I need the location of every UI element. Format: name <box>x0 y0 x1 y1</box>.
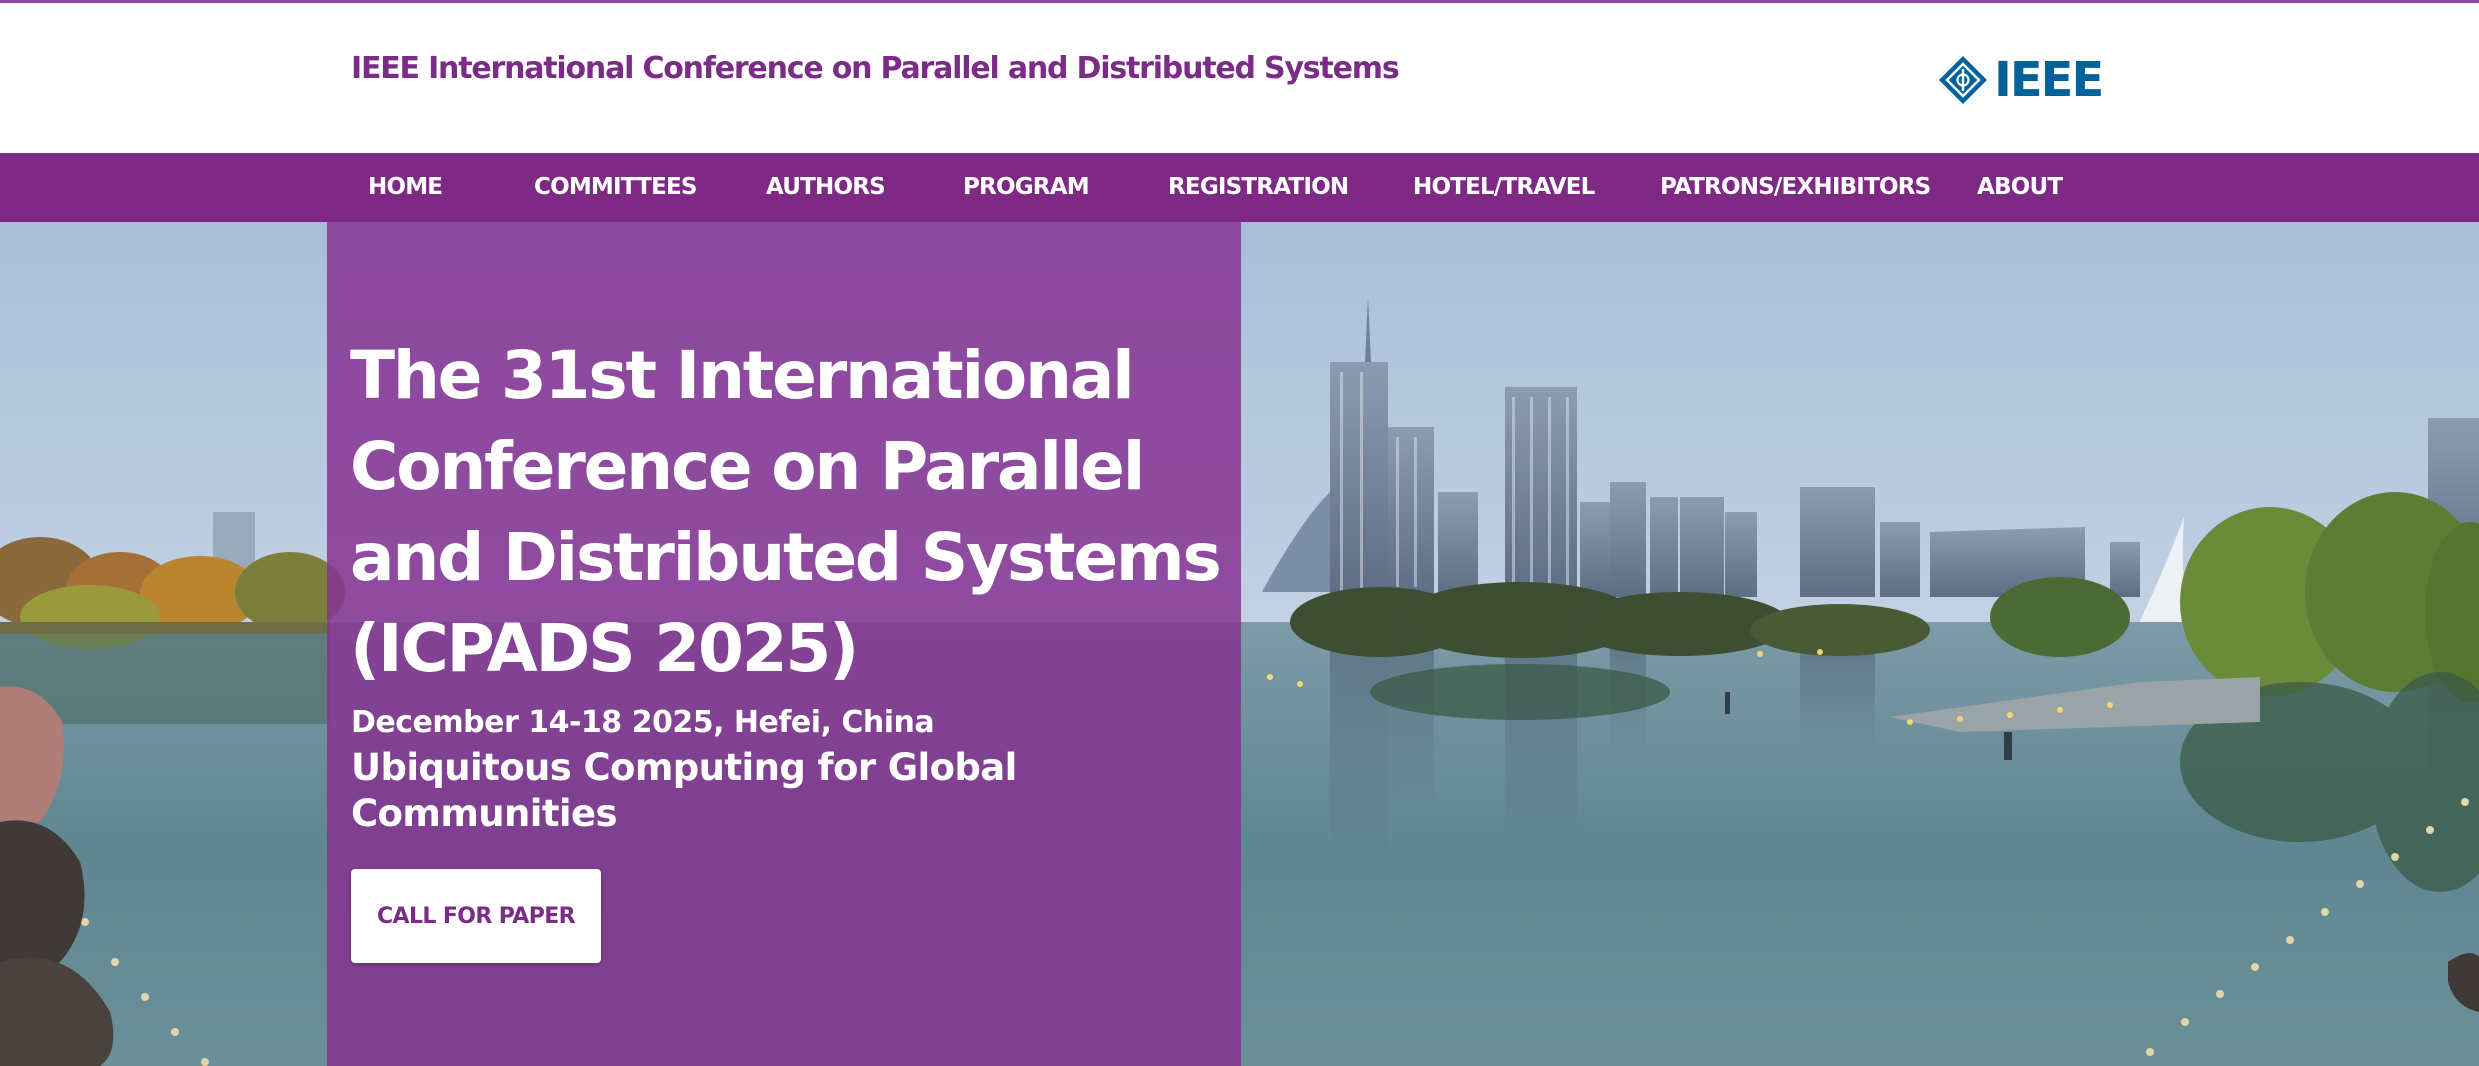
nav-item-authors[interactable]: AUTHORS <box>766 153 886 222</box>
nav-item-program[interactable]: PROGRAM <box>963 153 1090 222</box>
main-nav: HOME COMMITTEES AUTHORS PROGRAM REGISTRA… <box>0 153 2479 222</box>
nav-item-patrons-exhibitors[interactable]: PATRONS/EXHIBITORS <box>1660 153 1931 222</box>
nav-item-registration[interactable]: REGISTRATION <box>1168 153 1349 222</box>
hero-theme: Ubiquitous Computing for Global Communit… <box>351 746 1017 835</box>
nav-item-home[interactable]: HOME <box>368 153 443 222</box>
nav-item-committees[interactable]: COMMITTEES <box>534 153 697 222</box>
ieee-logo[interactable]: IEEE <box>1938 52 2104 108</box>
site-title-link[interactable]: IEEE International Conference on Paralle… <box>351 51 1400 86</box>
hero-title: The 31st International Conference on Par… <box>350 337 1222 687</box>
hero-section: The 31st International Conference on Par… <box>0 222 2479 1066</box>
call-for-paper-button[interactable]: CALL FOR PAPER <box>351 869 601 963</box>
ieee-diamond-icon <box>1938 55 1988 105</box>
nav-item-about[interactable]: ABOUT <box>1977 153 2063 222</box>
site-header: IEEE International Conference on Paralle… <box>0 3 2479 153</box>
ieee-logo-text: IEEE <box>1994 52 2104 108</box>
hero-dates-location: December 14-18 2025, Hefei, China <box>351 705 935 740</box>
nav-item-hotel-travel[interactable]: HOTEL/TRAVEL <box>1413 153 1595 222</box>
